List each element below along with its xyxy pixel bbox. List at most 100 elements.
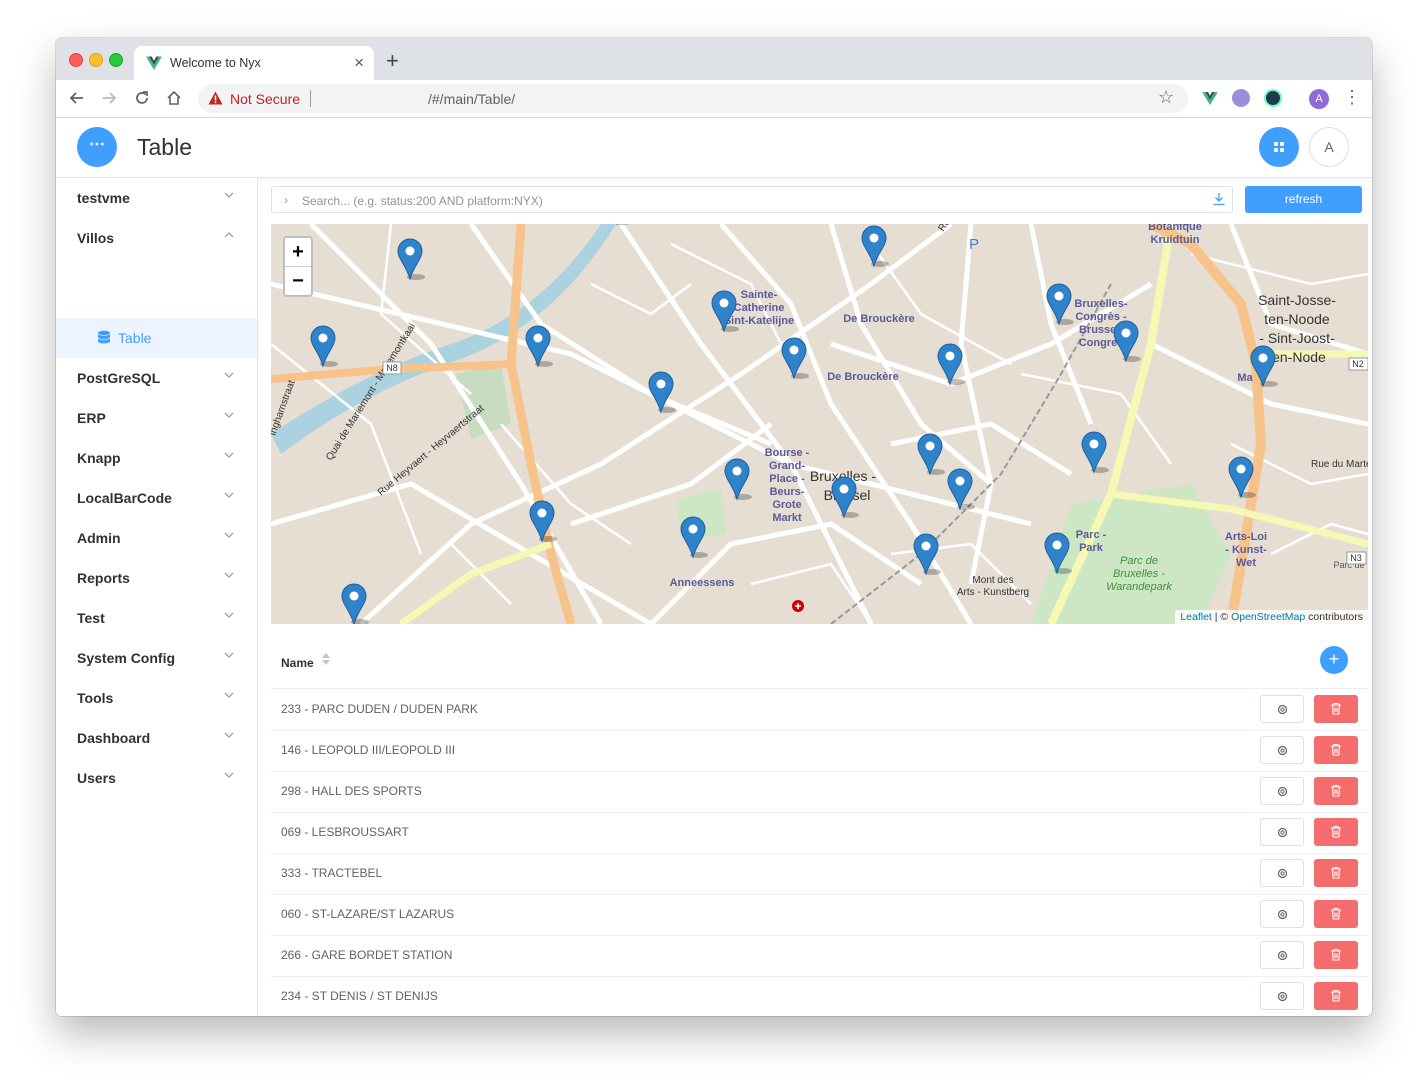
table-row: 333 - TRACTEBEL	[271, 853, 1368, 895]
add-button[interactable]: +	[1320, 646, 1348, 674]
marker-dot	[1121, 328, 1131, 338]
delete-button[interactable]	[1314, 900, 1358, 928]
row-name: 234 - ST DENIS / ST DENIJS	[281, 989, 438, 1003]
apps-grid-button[interactable]	[1259, 127, 1299, 167]
sidebar-item-localbarcode[interactable]: LocalBarCode	[56, 478, 257, 518]
close-window-button[interactable]	[69, 53, 83, 67]
delete-button[interactable]	[1314, 736, 1358, 764]
page-title: Table	[137, 134, 192, 160]
delete-button[interactable]	[1314, 859, 1358, 887]
sidebar-item-tools[interactable]: Tools	[56, 678, 257, 718]
security-label[interactable]: Not Secure	[230, 91, 300, 107]
settings-button[interactable]	[1260, 695, 1304, 723]
user-avatar-button[interactable]: A	[1309, 127, 1349, 167]
vue-logo-icon	[146, 56, 162, 70]
marker-dot	[688, 524, 698, 534]
bookmark-star-icon[interactable]: ☆	[1158, 87, 1174, 108]
sidebar-subitem-table[interactable]: Table	[56, 318, 257, 358]
sidebar-item-system-config[interactable]: System Config	[56, 638, 257, 678]
row-name: 069 - LESBROUSSART	[281, 825, 409, 839]
gear-icon	[1277, 745, 1288, 756]
settings-button[interactable]	[1260, 859, 1304, 887]
gear-icon	[1277, 827, 1288, 838]
app: ⋯ Table A testvme Villos Table PostGreSQ…	[56, 118, 1372, 1016]
extension-globe-icon[interactable]	[1264, 89, 1282, 107]
table-row: 266 - GARE BORDET STATION	[271, 935, 1368, 977]
trash-icon	[1331, 907, 1341, 920]
download-icon[interactable]	[1212, 192, 1226, 206]
sidebar-subitem-label: Table	[118, 330, 152, 346]
home-icon[interactable]	[162, 86, 186, 110]
road-shield-label: N8	[386, 363, 398, 373]
menu-button[interactable]: ⋯	[77, 127, 117, 167]
column-header-name[interactable]: Name	[281, 656, 314, 670]
zoom-window-button[interactable]	[109, 53, 123, 67]
settings-button[interactable]	[1260, 982, 1304, 1010]
new-tab-button[interactable]: +	[386, 48, 399, 74]
leaflet-link[interactable]: Leaflet	[1180, 611, 1212, 623]
marker-dot	[656, 379, 666, 389]
app-header: ⋯ Table A	[56, 118, 1372, 178]
forward-icon[interactable]	[97, 86, 121, 110]
sidebar-item-villos[interactable]: Villos	[56, 218, 257, 258]
sidebar-item-testvme[interactable]: testvme	[56, 178, 257, 218]
map-label: Grote	[772, 499, 801, 511]
delete-button[interactable]	[1314, 941, 1358, 969]
chevron-up-icon	[224, 232, 234, 238]
sidebar-item-knapp[interactable]: Knapp	[56, 438, 257, 478]
sidebar-item-erp[interactable]: ERP	[56, 398, 257, 438]
delete-button[interactable]	[1314, 818, 1358, 846]
sidebar-item-test[interactable]: Test	[56, 598, 257, 638]
settings-button[interactable]	[1260, 900, 1304, 928]
gear-icon	[1277, 704, 1288, 715]
delete-button[interactable]	[1314, 777, 1358, 805]
url-text[interactable]: /#/main/Table/	[428, 91, 515, 107]
map-label: Sainte-	[741, 289, 778, 301]
road-shield-label: N2	[1352, 359, 1364, 369]
table-row: 298 - HALL DES SPORTS	[271, 771, 1368, 813]
sidebar-item-reports[interactable]: Reports	[56, 558, 257, 598]
browser-tab[interactable]: Welcome to Nyx ×	[134, 46, 374, 80]
gear-icon	[1277, 991, 1288, 1002]
minimize-window-button[interactable]	[89, 53, 103, 67]
settings-button[interactable]	[1260, 941, 1304, 969]
sidebar-item-users[interactable]: Users	[56, 758, 257, 798]
vue-devtools-icon[interactable]	[1201, 89, 1219, 107]
sidebar-item-postgresql[interactable]: PostGreSQL	[56, 358, 257, 398]
reload-icon[interactable]	[130, 86, 154, 110]
map[interactable]: Sainte- Catherine Sint-Katelijne De Brou…	[271, 224, 1368, 624]
parking-label: P	[969, 236, 979, 253]
sidebar-item-admin[interactable]: Admin	[56, 518, 257, 558]
sort-icon[interactable]	[321, 651, 331, 667]
map-label: De Brouckère	[827, 371, 899, 383]
settings-button[interactable]	[1260, 818, 1304, 846]
attribution-separator: | ©	[1211, 611, 1232, 623]
settings-button[interactable]	[1260, 736, 1304, 764]
chevron-right-icon: ›	[284, 193, 288, 207]
tab-close-icon[interactable]: ×	[354, 53, 364, 73]
tab-title: Welcome to Nyx	[170, 56, 261, 70]
osm-link[interactable]: OpenStreetMap	[1231, 611, 1305, 623]
sidebar-item-dashboard[interactable]: Dashboard	[56, 718, 257, 758]
trash-icon	[1331, 948, 1341, 961]
marker-dot	[1089, 439, 1099, 449]
chevron-down-icon	[224, 412, 234, 418]
browser-menu-icon[interactable]: ⋮	[1343, 87, 1361, 107]
zoom-out-button[interactable]: −	[285, 267, 311, 295]
delete-button[interactable]	[1314, 982, 1358, 1010]
warning-icon	[208, 91, 223, 105]
map-label: Kruidtuin	[1151, 234, 1200, 246]
settings-button[interactable]	[1260, 777, 1304, 805]
back-icon[interactable]	[65, 86, 89, 110]
url-bar[interactable]: Not Secure /#/main/Table/ ☆	[198, 84, 1188, 113]
refresh-button[interactable]: refresh	[1245, 186, 1362, 213]
map-tiles: Sainte- Catherine Sint-Katelijne De Brou…	[271, 224, 1368, 624]
marker-dot	[1052, 540, 1062, 550]
profile-avatar[interactable]: A	[1309, 89, 1329, 109]
search-input[interactable]	[300, 190, 1184, 211]
delete-button[interactable]	[1314, 695, 1358, 723]
extension-icon[interactable]	[1232, 89, 1250, 107]
row-name: 333 - TRACTEBEL	[281, 866, 383, 880]
table-row: 233 - PARC DUDEN / DUDEN PARK	[271, 689, 1368, 731]
zoom-in-button[interactable]: +	[285, 238, 311, 267]
